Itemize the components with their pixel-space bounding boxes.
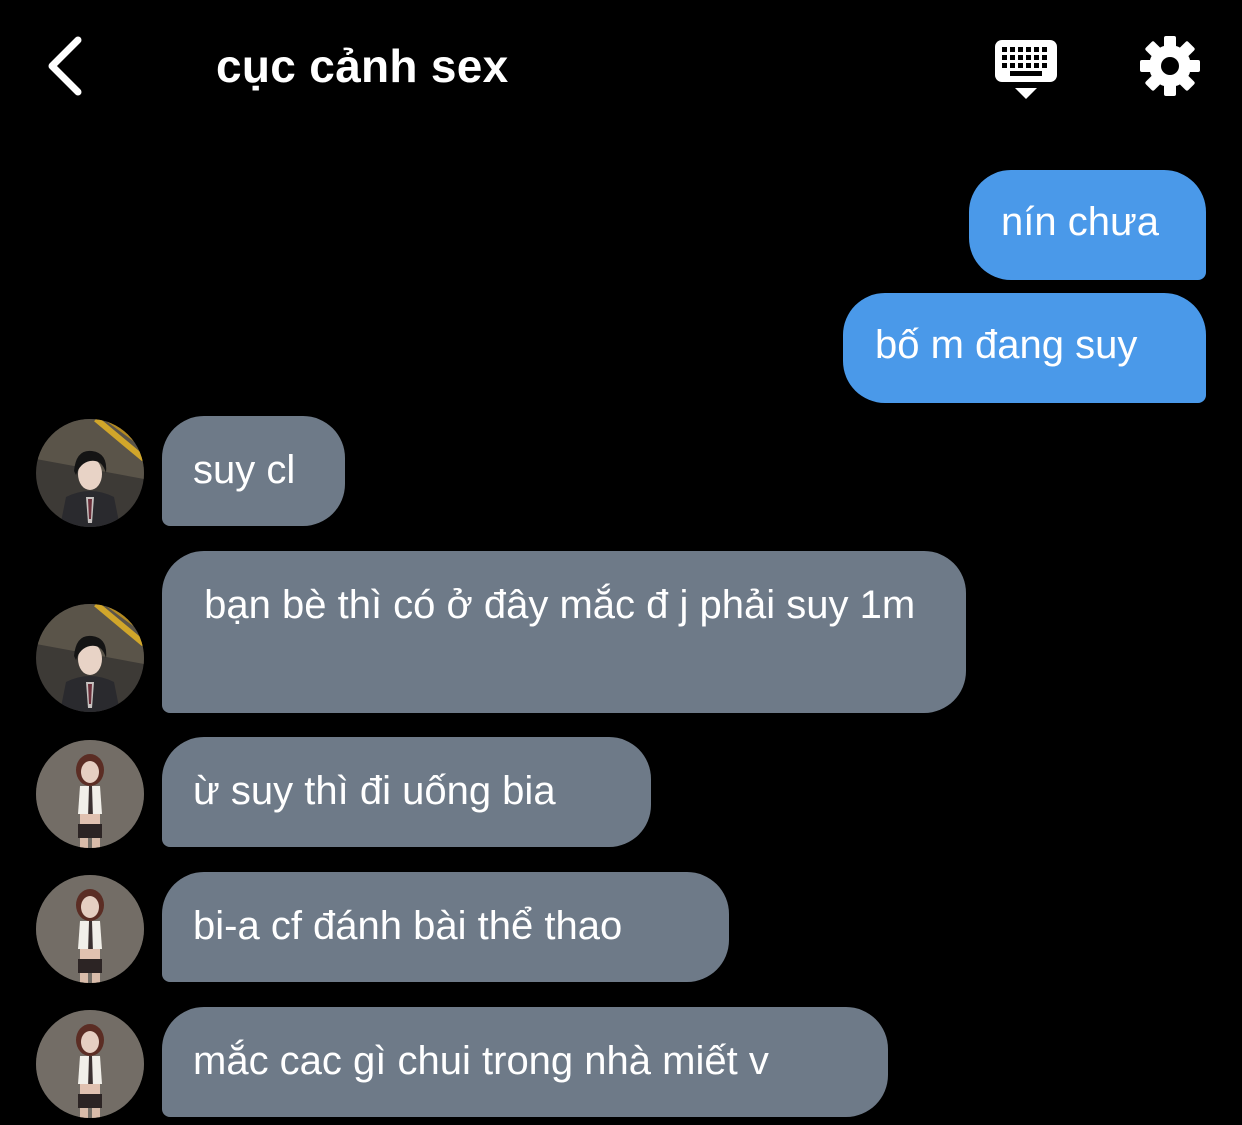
incoming-message[interactable]: suy cl <box>162 416 345 526</box>
gear-icon <box>1140 36 1200 96</box>
avatar[interactable] <box>36 604 144 712</box>
avatar[interactable] <box>36 740 144 848</box>
settings-button[interactable] <box>1138 34 1202 98</box>
male-avatar-image <box>36 604 144 712</box>
back-button[interactable] <box>40 32 96 100</box>
male-avatar-image <box>36 419 144 527</box>
keyboard-dismiss-icon <box>995 40 1057 99</box>
chevron-left-icon <box>48 36 82 96</box>
female-avatar-image <box>36 1010 144 1118</box>
incoming-message[interactable]: bạn bè thì có ở đây mắc đ j phải suy 1m <box>162 551 966 713</box>
incoming-message[interactable]: bi-a cf đánh bài thể thao <box>162 872 729 982</box>
keyboard-toggle-button[interactable] <box>993 38 1059 102</box>
incoming-message[interactable]: ừ suy thì đi uống bia <box>162 737 651 847</box>
chat-header: cục cảnh sex <box>0 0 1242 135</box>
avatar[interactable] <box>36 1010 144 1118</box>
outgoing-message[interactable]: bố m đang suy <box>843 293 1206 403</box>
chat-title: cục cảnh sex <box>216 40 509 92</box>
outgoing-message[interactable]: nín chưa <box>969 170 1206 280</box>
avatar[interactable] <box>36 875 144 983</box>
female-avatar-image <box>36 875 144 983</box>
incoming-message[interactable]: mắc cac gì chui trong nhà miết v <box>162 1007 888 1117</box>
avatar[interactable] <box>36 419 144 527</box>
female-avatar-image <box>36 740 144 848</box>
